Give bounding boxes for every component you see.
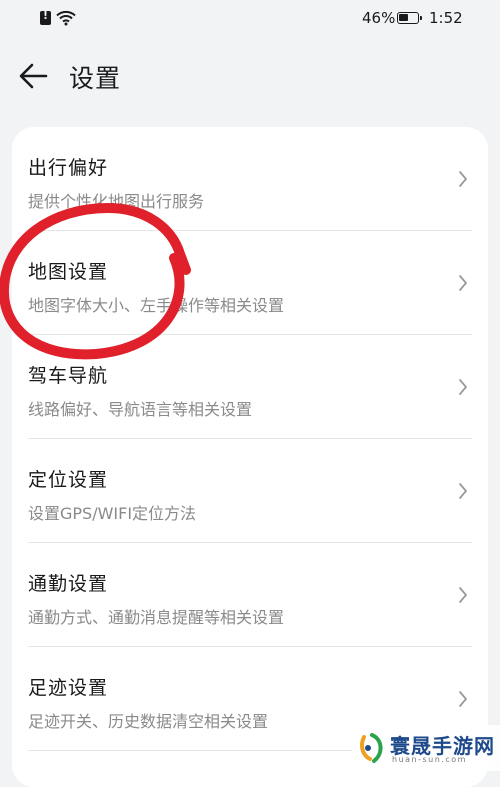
page-title: 设置: [69, 64, 122, 93]
settings-item-subtitle: 线路偏好、导航语言等相关设置: [28, 400, 253, 419]
settings-item-title: 出行偏好: [28, 157, 109, 179]
chevron-right-icon: [459, 483, 467, 499]
settings-item-title: 定位设置: [28, 469, 109, 491]
settings-item-location-settings[interactable]: 定位设置 设置GPS/WIFI定位方法: [12, 439, 488, 543]
watermark: 寰晟手游网 huan-sun.com: [352, 725, 500, 771]
chevron-right-icon: [459, 379, 467, 395]
chevron-right-icon: [459, 171, 467, 187]
settings-item-title: 通勤设置: [28, 573, 109, 595]
battery-icon: [397, 12, 422, 24]
sim-alert-icon: [40, 9, 51, 25]
settings-item-subtitle: 设置GPS/WIFI定位方法: [28, 504, 197, 523]
highlight-circle-annotation: [0, 202, 191, 360]
settings-item-subtitle: 足迹开关、历史数据清空相关设置: [28, 712, 269, 731]
watermark-url: huan-sun.com: [392, 755, 467, 764]
chevron-right-icon: [459, 275, 467, 291]
settings-item-title: 驾车导航: [28, 365, 109, 387]
settings-item-commute-settings[interactable]: 通勤设置 通勤方式、通勤消息提醒等相关设置: [12, 543, 488, 647]
header: 设置: [0, 50, 500, 102]
settings-item-subtitle: 通勤方式、通勤消息提醒等相关设置: [28, 608, 285, 627]
arrow-left-icon[interactable]: [16, 60, 52, 92]
chevron-right-icon: [459, 691, 467, 707]
battery-percent: 46%: [362, 9, 396, 27]
status-bar: 46% 1:52: [0, 0, 500, 38]
watermark-logo-icon: [360, 733, 383, 763]
wifi-icon: [56, 10, 76, 26]
settings-item-title: 足迹设置: [28, 677, 109, 699]
chevron-right-icon: [459, 587, 467, 603]
status-time: 1:52: [429, 9, 463, 27]
